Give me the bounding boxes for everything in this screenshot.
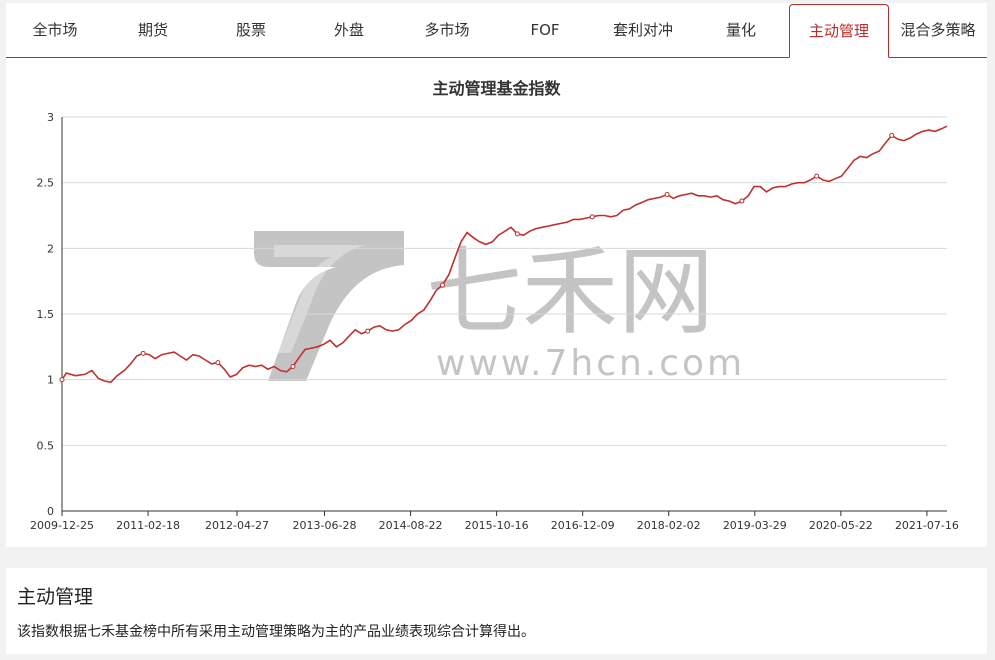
data-point <box>589 214 595 220</box>
x-tick-label: 2012-04-27 <box>205 519 269 532</box>
section-description: 该指数根据七禾基金榜中所有采用主动管理策略为主的产品业绩表现综合计算得出。 <box>17 624 535 640</box>
data-point <box>290 364 296 370</box>
y-tick-label: 3 <box>47 111 54 124</box>
x-tick-label: 2014-08-22 <box>379 519 443 532</box>
line-chart: 七禾网 www.7hcn.com 0 0.5 1 1.5 2 2.5 3 2009-12-25… <box>30 111 959 532</box>
data-point <box>739 198 745 204</box>
x-tick-label: 2020-05-22 <box>809 519 873 532</box>
y-tick-label: 1.5 <box>37 308 55 321</box>
x-tick-label: 2019-03-29 <box>723 519 787 532</box>
data-point <box>889 132 895 138</box>
watermark-logo <box>254 231 404 381</box>
x-tick-label: 2021-07-16 <box>895 519 959 532</box>
x-tick-label: 2009-12-25 <box>30 519 94 532</box>
watermark-url: www.7hcn.com <box>436 343 745 384</box>
chart-panel: 全市场 期货 股票 外盘 多市场 FOF 套利对冲 量化 主动管理 混合多策略 … <box>6 3 987 547</box>
data-point <box>440 282 446 288</box>
x-tick-label: 2016-12-09 <box>551 519 615 532</box>
x-tick-label: 2011-02-18 <box>116 519 180 532</box>
x-tick-label: 2018-02-02 <box>637 519 701 532</box>
data-point <box>215 360 221 366</box>
y-tick-label: 0 <box>47 505 54 518</box>
section-title: 主动管理 <box>17 586 94 608</box>
data-point <box>365 328 371 334</box>
data-point <box>140 350 146 356</box>
data-point <box>664 191 670 197</box>
x-tick-label: 2013-06-28 <box>293 519 357 532</box>
y-tick-label: 1 <box>47 374 54 387</box>
y-tick-label: 2.5 <box>37 177 55 190</box>
y-tick-label: 2 <box>47 242 54 255</box>
data-point <box>814 173 820 179</box>
x-tick-label: 2015-10-16 <box>465 519 529 532</box>
data-point <box>514 231 520 237</box>
data-point <box>59 377 65 383</box>
watermark-brand: 七禾网 <box>426 236 714 348</box>
y-tick-label: 0.5 <box>37 439 55 452</box>
description-panel: 主动管理 该指数根据七禾基金榜中所有采用主动管理策略为主的产品业绩表现综合计算得… <box>6 568 987 654</box>
